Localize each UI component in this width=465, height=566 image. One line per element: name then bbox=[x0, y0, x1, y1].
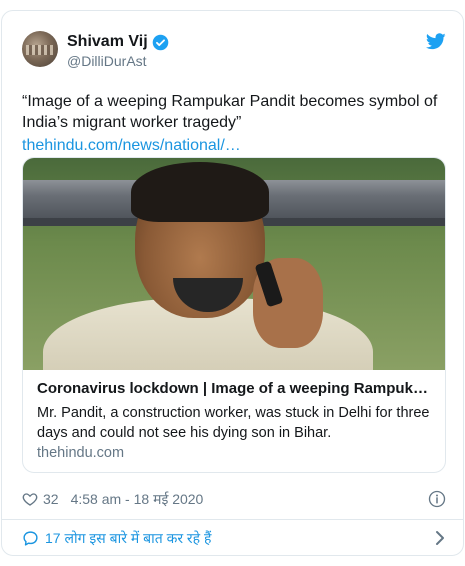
verified-badge-icon bbox=[152, 34, 168, 50]
card-title[interactable]: Coronavirus lockdown | Image of a weepin… bbox=[37, 380, 433, 397]
card-description: Mr. Pandit, a construction worker, was s… bbox=[37, 405, 430, 441]
link-preview-card[interactable]: Coronavirus lockdown | Image of a weepin… bbox=[22, 157, 446, 473]
tweet-header: Shivam Vij @DilliDurAst bbox=[22, 31, 446, 79]
author-name[interactable]: Shivam Vij bbox=[67, 33, 148, 51]
image-person-hair bbox=[131, 162, 269, 222]
author-handle[interactable]: @DilliDurAst bbox=[67, 53, 147, 69]
author-name-row: Shivam Vij bbox=[67, 33, 169, 51]
tweet-embed: Shivam Vij @DilliDurAst “Image of a weep… bbox=[1, 10, 464, 556]
comment-icon bbox=[23, 530, 38, 546]
tweet-link[interactable]: thehindu.com/news/national/… bbox=[22, 135, 241, 156]
tweet-text: “Image of a weeping Rampukar Pandit beco… bbox=[22, 93, 438, 131]
divider bbox=[2, 519, 463, 520]
card-image[interactable] bbox=[23, 158, 445, 370]
chevron-right-icon[interactable] bbox=[434, 530, 446, 546]
heart-icon[interactable] bbox=[22, 491, 38, 507]
like-count[interactable]: 32 bbox=[43, 491, 59, 507]
avatar[interactable] bbox=[22, 31, 58, 67]
conversation-footer[interactable]: 17 लोग इस बारे में बात कर रहे हैं bbox=[22, 527, 446, 549]
info-icon[interactable] bbox=[428, 490, 446, 508]
card-domain: thehindu.com bbox=[37, 445, 125, 461]
tweet-timestamp[interactable]: 4:58 am - 18 मई 2020 bbox=[71, 490, 204, 509]
conversation-text[interactable]: 17 लोग इस बारे में बात कर रहे हैं bbox=[45, 529, 211, 548]
twitter-bird-icon[interactable] bbox=[426, 33, 446, 50]
tweet-meta: 32 4:58 am - 18 मई 2020 bbox=[22, 489, 446, 509]
